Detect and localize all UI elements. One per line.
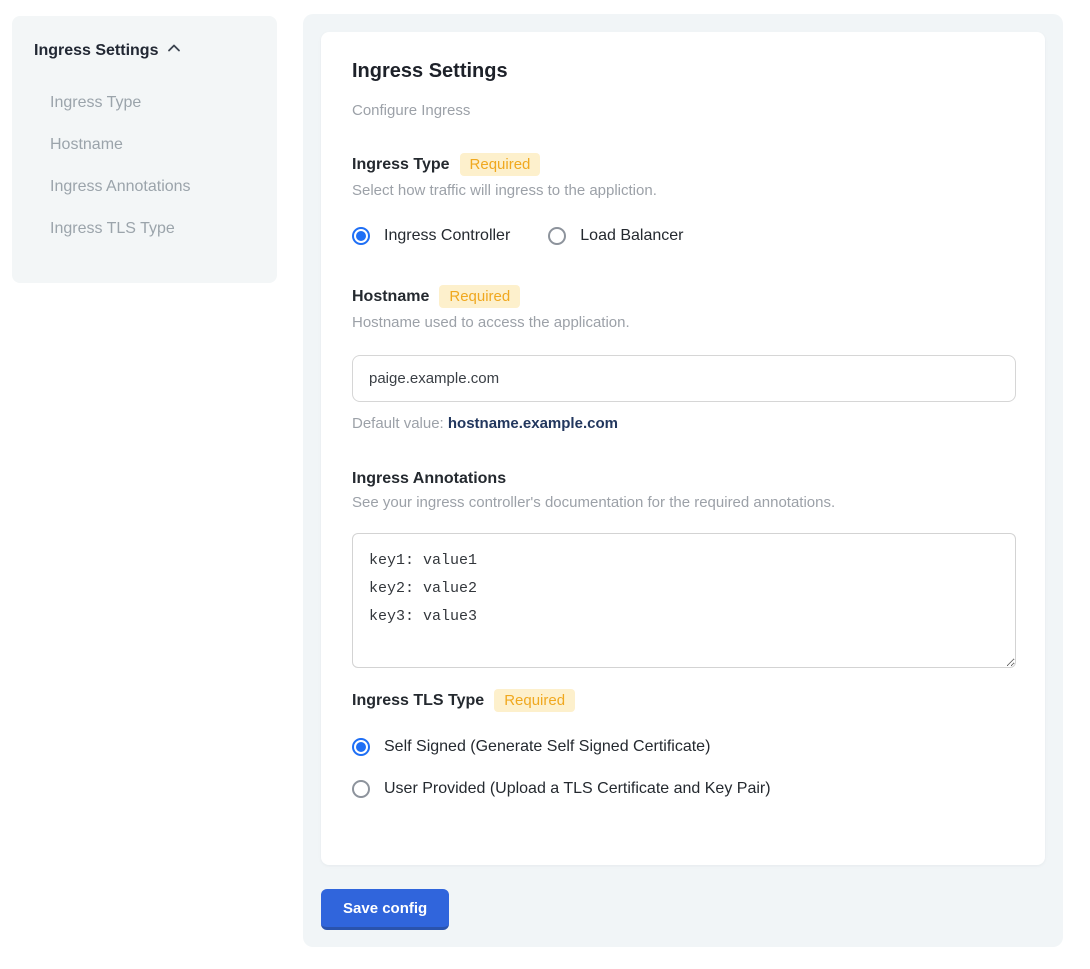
hostname-label: Hostname	[352, 288, 429, 306]
section-ingress-type: Ingress Type Required Select how traffic…	[352, 153, 1014, 245]
section-ingress-annotations: Ingress Annotations See your ingress con…	[352, 470, 1014, 673]
default-value-prefix: Default value:	[352, 415, 448, 432]
required-badge: Required	[439, 285, 520, 308]
required-badge: Required	[460, 153, 541, 176]
page: Ingress Settings Ingress Type Hostname I…	[0, 0, 1090, 969]
ingress-controller-option[interactable]: Ingress Controller	[352, 227, 510, 245]
sidebar-section-title: Ingress Settings	[34, 42, 158, 60]
required-badge: Required	[494, 689, 575, 712]
ingress-annotations-description: See your ingress controller's documentat…	[352, 494, 1014, 511]
hostname-input[interactable]	[352, 355, 1016, 402]
chevron-up-icon[interactable]	[166, 40, 182, 61]
ingress-type-description: Select how traffic will ingress to the a…	[352, 182, 1014, 199]
self-signed-option[interactable]: Self Signed (Generate Self Signed Certif…	[352, 738, 1014, 756]
radio-self-signed[interactable]	[352, 738, 370, 756]
load-balancer-label: Load Balancer	[580, 227, 683, 245]
ingress-settings-card: Ingress Settings Configure Ingress Ingre…	[321, 32, 1045, 865]
main-panel: Ingress Settings Configure Ingress Ingre…	[303, 14, 1063, 947]
load-balancer-option[interactable]: Load Balancer	[548, 227, 683, 245]
radio-load-balancer[interactable]	[548, 227, 566, 245]
ingress-tls-type-label: Ingress TLS Type	[352, 692, 484, 710]
sidebar-item-hostname[interactable]: Hostname	[34, 127, 255, 163]
hostname-default-value: Default value: hostname.example.com	[352, 415, 1014, 432]
radio-user-provided[interactable]	[352, 780, 370, 798]
section-hostname: Hostname Required Hostname used to acces…	[352, 285, 1014, 432]
sidebar-item-ingress-tls-type[interactable]: Ingress TLS Type	[34, 211, 255, 247]
ingress-type-options: Ingress Controller Load Balancer	[352, 227, 1014, 245]
default-value-link[interactable]: hostname.example.com	[448, 415, 618, 432]
ingress-annotations-textarea[interactable]: key1: value1 key2: value2 key3: value3	[352, 533, 1016, 668]
ingress-tls-options: Self Signed (Generate Self Signed Certif…	[352, 738, 1014, 798]
radio-ingress-controller[interactable]	[352, 227, 370, 245]
sidebar-item-ingress-annotations[interactable]: Ingress Annotations	[34, 169, 255, 205]
hostname-description: Hostname used to access the application.	[352, 314, 1014, 331]
user-provided-option[interactable]: User Provided (Upload a TLS Certificate …	[352, 780, 1014, 798]
page-subtitle: Configure Ingress	[352, 102, 1014, 119]
sidebar-section-toggle[interactable]: Ingress Settings	[34, 40, 255, 61]
sidebar: Ingress Settings Ingress Type Hostname I…	[12, 16, 277, 283]
ingress-controller-label: Ingress Controller	[384, 227, 510, 245]
sidebar-item-ingress-type[interactable]: Ingress Type	[34, 85, 255, 121]
page-title: Ingress Settings	[352, 60, 1014, 83]
save-config-button[interactable]: Save config	[321, 889, 449, 930]
ingress-type-label: Ingress Type	[352, 156, 450, 174]
section-ingress-tls-type: Ingress TLS Type Required Self Signed (G…	[352, 689, 1014, 798]
sidebar-items: Ingress Type Hostname Ingress Annotation…	[34, 85, 255, 247]
user-provided-label: User Provided (Upload a TLS Certificate …	[384, 780, 771, 798]
self-signed-label: Self Signed (Generate Self Signed Certif…	[384, 738, 710, 756]
ingress-annotations-label: Ingress Annotations	[352, 470, 506, 488]
